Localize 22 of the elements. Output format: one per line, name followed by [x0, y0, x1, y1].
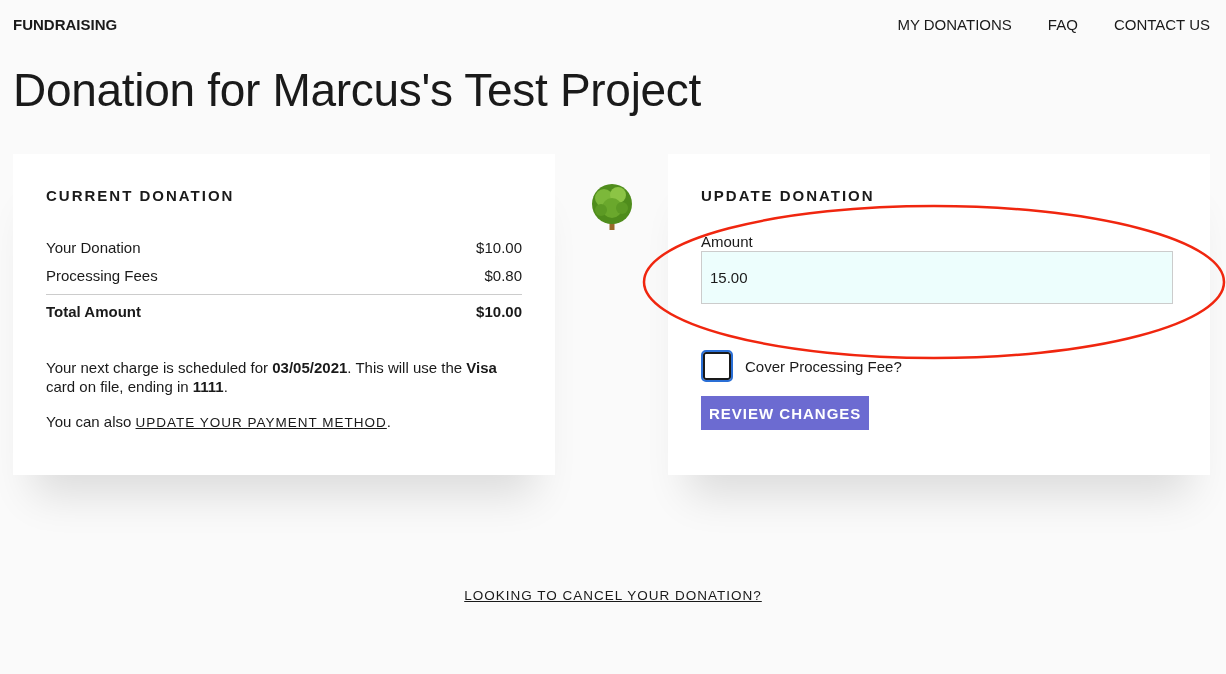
schedule-note: Your next charge is scheduled for 03/05/2021. This will use the Visa card on file, ending in 1111.: [46, 358, 498, 396]
cover-fee-label: Cover Processing Fee?: [745, 357, 902, 375]
card-heading: CURRENT DONATION: [46, 187, 236, 204]
row-value: $10.00: [476, 238, 522, 258]
amount-field[interactable]: 15.00: [701, 251, 1173, 304]
page-title: Donation for Marcus's Test Project: [13, 63, 703, 118]
nav-link[interactable]: MY DONATIONS: [897, 15, 1012, 33]
row-value: $10.00: [476, 302, 522, 322]
site-brand[interactable]: FUNDRAISING: [13, 15, 118, 33]
row-label: Total Amount: [46, 302, 141, 322]
cover-fee-checkbox[interactable]: [703, 352, 731, 380]
amount-label: Amount: [701, 234, 754, 251]
row-label: Processing Fees: [46, 266, 158, 286]
update-payment-link[interactable]: UPDATE YOUR PAYMENT METHOD: [135, 415, 387, 430]
card-heading: UPDATE DONATION: [701, 187, 876, 204]
payment-note: You can also UPDATE YOUR PAYMENT METHOD.: [46, 412, 392, 432]
nav-link[interactable]: CONTACT US: [1113, 15, 1210, 33]
row-value: $0.80: [484, 266, 522, 286]
row-label: Your Donation: [46, 238, 141, 258]
cancel-donation-link[interactable]: LOOKING TO CANCEL YOUR DONATION?: [464, 588, 762, 603]
nav-link[interactable]: FAQ: [1047, 15, 1078, 33]
review-changes-button[interactable]: REVIEW CHANGES: [701, 396, 870, 430]
